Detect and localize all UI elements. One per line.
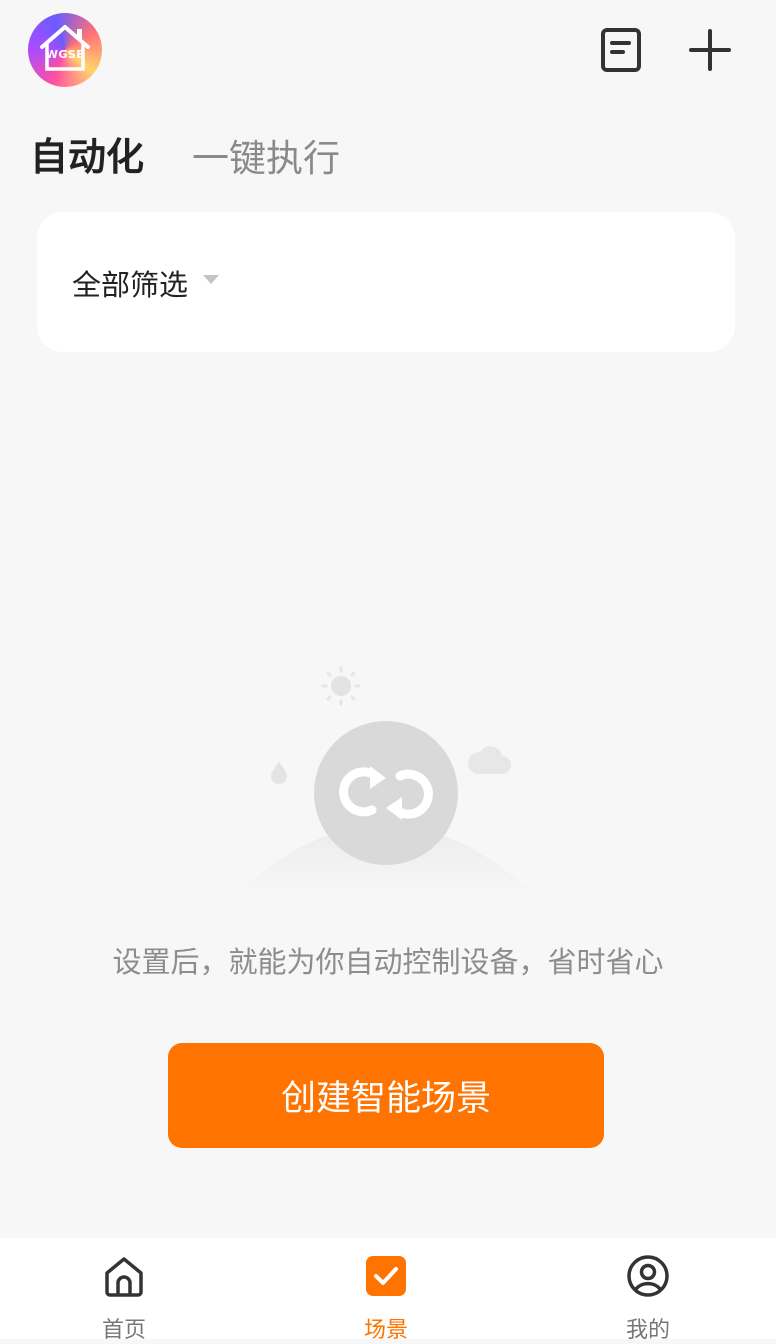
home-icon	[105, 1257, 143, 1297]
avatar[interactable]: WGSE	[28, 13, 102, 87]
nav-item-home[interactable]: 首页	[54, 1238, 194, 1343]
brand-text: WGSE	[45, 48, 85, 61]
profile-icon	[627, 1255, 669, 1297]
filter-dropdown-label[interactable]: 全部筛选	[72, 262, 188, 304]
nav-label-home: 首页	[101, 1318, 146, 1343]
sun-icon	[321, 666, 361, 706]
nav-label-scene: 场景	[363, 1318, 408, 1343]
nav-item-scene[interactable]: 场景	[316, 1238, 456, 1343]
checkbox-icon	[366, 1256, 406, 1296]
bottom-nav: 首页 场景 我的	[0, 1238, 776, 1343]
tab-automation[interactable]: 自动化	[30, 126, 144, 181]
nav-item-profile[interactable]: 我的	[578, 1238, 718, 1343]
document-icon[interactable]	[598, 26, 646, 74]
caret-down-icon[interactable]	[203, 275, 219, 285]
loop-scene-icon	[230, 666, 540, 900]
filter-card: 全部筛选	[37, 212, 735, 352]
create-smart-scene-button[interactable]: 创建智能场景	[168, 1043, 604, 1148]
plus-icon[interactable]	[686, 26, 734, 74]
tab-one-click[interactable]: 一键执行	[192, 128, 340, 182]
empty-state-message: 设置后，就能为你自动控制设备，省时省心	[112, 945, 664, 979]
nav-label-profile: 我的	[625, 1318, 670, 1343]
